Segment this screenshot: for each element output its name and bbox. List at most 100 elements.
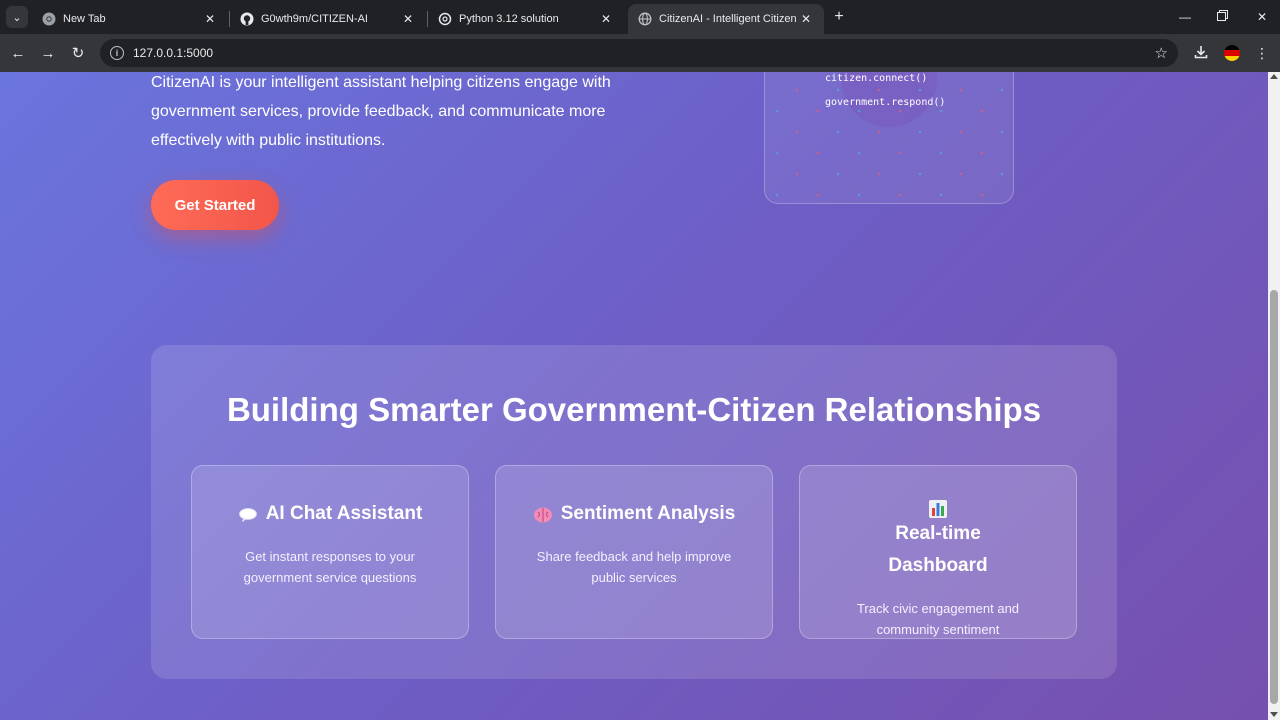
decor-dot bbox=[816, 193, 820, 197]
restore-button[interactable] bbox=[1210, 6, 1234, 28]
close-icon[interactable]: ✕ bbox=[400, 11, 416, 27]
page-scrollbar[interactable] bbox=[1268, 72, 1280, 720]
speech-bubble-icon bbox=[238, 504, 258, 524]
kebab-menu-icon: ⋮ bbox=[1255, 44, 1269, 61]
features-section: Building Smarter Government-Citizen Rela… bbox=[151, 345, 1117, 679]
tab-search-button[interactable]: ⌄ bbox=[6, 6, 28, 28]
close-icon[interactable]: ✕ bbox=[798, 11, 814, 27]
decor-dot bbox=[857, 151, 861, 155]
close-icon[interactable]: ✕ bbox=[202, 11, 218, 27]
decor-dot bbox=[980, 193, 984, 197]
url-text[interactable]: 127.0.0.1:5000 bbox=[133, 46, 213, 60]
feature-card-title: Sentiment Analysis bbox=[560, 503, 736, 524]
code-line: citizen.connect() bbox=[825, 73, 928, 84]
back-button[interactable]: ← bbox=[7, 42, 29, 64]
decor-dot bbox=[898, 109, 902, 113]
tab-github[interactable]: G0wth9m/CITIZEN-AI ✕ bbox=[230, 4, 426, 34]
scroll-up-arrow-icon[interactable] bbox=[1270, 74, 1278, 79]
decor-dot bbox=[816, 109, 820, 113]
tab-strip: ⌄ New Tab ✕ G0wth9m/CITIZEN-AI ✕ Python … bbox=[0, 0, 1280, 34]
browser-toolbar: ← → ↻ i 127.0.0.1:5000 ☆ ⋮ bbox=[0, 34, 1280, 72]
decor-dot bbox=[898, 193, 902, 197]
decor-dot bbox=[980, 109, 984, 113]
feature-card-description: Track civic engagement and community sen… bbox=[856, 601, 1020, 637]
arrow-left-icon: ← bbox=[10, 44, 26, 62]
chevron-down-icon: ⌄ bbox=[12, 11, 22, 24]
tab-new-tab[interactable]: New Tab ✕ bbox=[32, 4, 228, 34]
tab-citizenai[interactable]: CitizenAI - Intelligent Citizen En ✕ bbox=[628, 4, 824, 34]
decor-dot bbox=[959, 130, 963, 134]
decor-dot bbox=[857, 109, 861, 113]
decor-dot bbox=[877, 130, 881, 134]
tab-title: Python 3.12 solution bbox=[459, 13, 559, 25]
feature-card-description: Get instant responses to your government… bbox=[243, 549, 417, 585]
decor-dot bbox=[877, 172, 881, 176]
germany-flag-icon bbox=[1224, 45, 1240, 61]
tab-title: G0wth9m/CITIZEN-AI bbox=[261, 13, 368, 25]
feature-card-heading: AI Chat Assistant bbox=[192, 498, 468, 530]
feature-card-title: Real-time Dashboard bbox=[888, 523, 988, 576]
decor-dot bbox=[939, 151, 943, 155]
decor-dot bbox=[795, 172, 799, 176]
forward-button[interactable]: → bbox=[37, 42, 59, 64]
decor-dot bbox=[898, 151, 902, 155]
decor-dot bbox=[939, 109, 943, 113]
decor-dot bbox=[795, 130, 799, 134]
decor-dot bbox=[857, 193, 861, 197]
reload-button[interactable]: ↻ bbox=[67, 42, 89, 64]
feature-card-description: Share feedback and help improve public s… bbox=[536, 549, 732, 585]
info-icon[interactable]: i bbox=[110, 46, 124, 60]
brain-icon bbox=[533, 504, 553, 524]
decor-dot bbox=[795, 88, 799, 92]
close-icon[interactable]: ✕ bbox=[598, 11, 614, 27]
decor-dot bbox=[939, 193, 943, 197]
feature-card-chat[interactable]: AI Chat Assistant Get instant responses … bbox=[191, 465, 469, 639]
decor-dot bbox=[980, 151, 984, 155]
feature-card-dashboard[interactable]: Real-time Dashboard Track civic engageme… bbox=[799, 465, 1077, 639]
bookmark-star-icon[interactable]: ☆ bbox=[1155, 44, 1168, 62]
scrollbar-thumb[interactable] bbox=[1270, 290, 1278, 704]
download-button[interactable] bbox=[1190, 42, 1212, 64]
arrow-right-icon: → bbox=[40, 44, 56, 62]
bar-chart-icon bbox=[928, 498, 948, 518]
decor-dot bbox=[959, 172, 963, 176]
code-illustration-card: citizen.connect() government.respond() bbox=[764, 72, 1014, 204]
dot-pattern bbox=[775, 88, 1004, 197]
tab-python[interactable]: Python 3.12 solution ✕ bbox=[428, 4, 624, 34]
close-window-button[interactable]: ✕ bbox=[1250, 6, 1274, 28]
decor-dot bbox=[836, 130, 840, 134]
tab-title: CitizenAI - Intelligent Citizen En bbox=[659, 13, 798, 25]
feature-card-sentiment[interactable]: Sentiment Analysis Share feedback and he… bbox=[495, 465, 773, 639]
decor-dot bbox=[1000, 88, 1004, 92]
minimize-icon: — bbox=[1179, 10, 1191, 24]
tab-title: New Tab bbox=[63, 13, 106, 25]
github-icon bbox=[240, 12, 254, 26]
decor-dot bbox=[1000, 130, 1004, 134]
openai-icon bbox=[438, 12, 452, 26]
features-title: Building Smarter Government-Citizen Rela… bbox=[226, 391, 1042, 428]
decor-dot bbox=[918, 88, 922, 92]
get-started-button[interactable]: Get Started bbox=[151, 180, 279, 230]
new-tab-button[interactable]: + bbox=[830, 8, 848, 26]
hero-description: CitizenAI is your intelligent assistant … bbox=[151, 74, 611, 149]
restore-icon bbox=[1216, 10, 1228, 24]
plus-icon: + bbox=[834, 8, 844, 25]
download-icon bbox=[1194, 45, 1208, 62]
decor-dot bbox=[816, 151, 820, 155]
feature-card-title: AI Chat Assistant bbox=[265, 503, 423, 524]
decor-dot bbox=[775, 109, 779, 113]
minimize-button[interactable]: — bbox=[1173, 6, 1197, 28]
decor-dot bbox=[1000, 172, 1004, 176]
close-icon: ✕ bbox=[1256, 10, 1268, 24]
menu-button[interactable]: ⋮ bbox=[1251, 42, 1273, 64]
feature-card-heading: Sentiment Analysis bbox=[496, 498, 772, 530]
globe-icon bbox=[638, 12, 652, 26]
address-bar[interactable]: i 127.0.0.1:5000 ☆ bbox=[100, 39, 1178, 67]
profile-button[interactable] bbox=[1221, 42, 1243, 64]
scroll-down-arrow-icon[interactable] bbox=[1270, 712, 1278, 717]
decor-dot bbox=[877, 88, 881, 92]
decor-dot bbox=[775, 151, 779, 155]
decor-dot bbox=[959, 88, 963, 92]
decor-dot bbox=[775, 193, 779, 197]
decor-dot bbox=[918, 130, 922, 134]
